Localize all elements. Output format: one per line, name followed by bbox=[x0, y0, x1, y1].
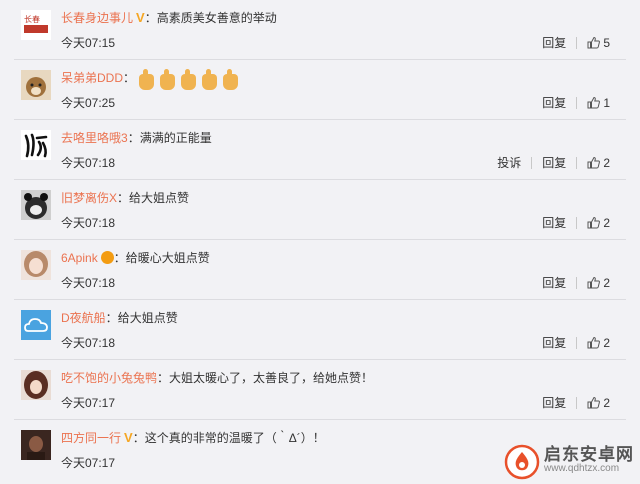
like-count: 2 bbox=[603, 395, 610, 410]
like-button[interactable]: 2 bbox=[587, 396, 610, 410]
comment-item: 长春 长春身边事儿 V：高素质美女善意的举动 今天07:15 回复 5 bbox=[0, 0, 640, 60]
emoji-badge-icon bbox=[100, 251, 114, 264]
like-button[interactable]: 2 bbox=[587, 216, 610, 230]
watermark-logo-icon bbox=[504, 444, 540, 480]
like-button[interactable]: 2 bbox=[587, 336, 610, 350]
avatar[interactable] bbox=[21, 370, 51, 400]
like-count: 2 bbox=[603, 275, 610, 290]
comment-time: 今天07:25 bbox=[61, 96, 116, 110]
watermark: 启东安卓网 www.qdhtzx.com bbox=[504, 444, 634, 480]
colon: ： bbox=[123, 71, 136, 85]
thumbs-emoji-icon bbox=[139, 68, 155, 90]
comment-time: 今天07:15 bbox=[61, 36, 116, 50]
reply-button[interactable]: 回复 bbox=[542, 334, 566, 351]
thumbs-up-icon bbox=[587, 96, 601, 109]
reply-button[interactable]: 回复 bbox=[542, 214, 566, 231]
username-link[interactable]: 吃不饱的小兔兔鸭 bbox=[61, 371, 157, 385]
avatar[interactable] bbox=[21, 250, 51, 280]
username-link[interactable]: D夜航船 bbox=[61, 311, 106, 325]
reply-button[interactable]: 回复 bbox=[542, 154, 566, 171]
avatar[interactable] bbox=[21, 190, 51, 220]
username-link[interactable]: 长春身边事儿 bbox=[61, 11, 133, 25]
username-link[interactable]: 去咯里咯哦3 bbox=[61, 131, 128, 145]
thumbs-up-icon bbox=[587, 36, 601, 49]
avatar[interactable] bbox=[21, 310, 51, 340]
reply-button[interactable]: 回复 bbox=[542, 274, 566, 291]
divider bbox=[576, 156, 578, 169]
thumbs-up-icon bbox=[587, 336, 601, 349]
divider bbox=[576, 36, 578, 49]
like-button[interactable]: 1 bbox=[587, 96, 610, 110]
thumbs-emoji-icon bbox=[202, 68, 218, 90]
colon: ： bbox=[157, 371, 170, 385]
divider bbox=[576, 276, 578, 289]
avatar-logo-text: 长春 bbox=[24, 14, 40, 24]
comment-item: 去咯里咯哦3：满满的正能量 今天07:18 投诉 回复 2 bbox=[0, 120, 640, 180]
thumbs-up-icon bbox=[587, 216, 601, 229]
username-link[interactable]: 四方同一行 bbox=[61, 431, 121, 445]
comment-text: 满满的正能量 bbox=[139, 131, 212, 145]
divider bbox=[576, 336, 578, 349]
comment-time: 今天07:18 bbox=[61, 156, 116, 170]
like-button[interactable]: 2 bbox=[587, 156, 610, 170]
reply-button[interactable]: 回复 bbox=[542, 34, 566, 51]
comment-text: 给大姐点赞 bbox=[117, 311, 178, 325]
comment-text: 给大姐点赞 bbox=[129, 191, 190, 205]
report-button[interactable]: 投诉 bbox=[497, 154, 521, 171]
comment-time: 今天07:17 bbox=[61, 396, 116, 410]
like-count: 5 bbox=[603, 35, 610, 50]
username-link[interactable]: 6Apink bbox=[61, 251, 98, 265]
like-count: 2 bbox=[603, 215, 610, 230]
comment-list: 长春 长春身边事儿 V：高素质美女善意的举动 今天07:15 回复 5 呆弟弟D… bbox=[0, 0, 640, 480]
comment-time: 今天07:18 bbox=[61, 336, 116, 350]
thumbs-emoji-icon bbox=[181, 68, 197, 90]
comment-item: 吃不饱的小兔兔鸭：大姐太暖心了，太善良了，给她点赞！ 今天07:17 回复 2 bbox=[0, 360, 640, 420]
comment-item: 旧梦离伤X：给大姐点赞 今天07:18 回复 2 bbox=[0, 180, 640, 240]
avatar[interactable] bbox=[21, 130, 51, 160]
like-count: 2 bbox=[603, 155, 610, 170]
username-link[interactable]: 旧梦离伤X bbox=[61, 191, 117, 205]
thumbs-up-icon bbox=[587, 396, 601, 409]
comment-time: 今天07:17 bbox=[61, 456, 116, 470]
reply-button[interactable]: 回复 bbox=[542, 94, 566, 111]
comment-time: 今天07:18 bbox=[61, 276, 116, 290]
colon: ： bbox=[117, 191, 130, 205]
comment-text: 大姐太暖心了，太善良了，给她点赞！ bbox=[169, 371, 374, 385]
colon: ： bbox=[105, 311, 118, 325]
thumbs-emoji-icon bbox=[223, 68, 239, 90]
avatar[interactable] bbox=[21, 430, 51, 460]
colon: ： bbox=[144, 11, 157, 25]
like-count: 2 bbox=[603, 335, 610, 350]
colon: ： bbox=[113, 251, 126, 265]
verified-badge-icon: V bbox=[136, 10, 145, 25]
thumbs-emoji-group bbox=[139, 68, 244, 90]
comment-item: 6Apink ：给暖心大姐点赞 今天07:18 回复 2 bbox=[0, 240, 640, 300]
divider bbox=[576, 216, 578, 229]
comment-text: 给暖心大姐点赞 bbox=[125, 251, 210, 265]
thumbs-up-icon bbox=[587, 156, 601, 169]
comment-item: 呆弟弟DDD： 今天07:25 回复 1 bbox=[0, 60, 640, 120]
comment-text: 高素质美女善意的举动 bbox=[156, 11, 277, 25]
avatar[interactable]: 长春 bbox=[21, 10, 51, 40]
username-link[interactable]: 呆弟弟DDD bbox=[61, 71, 123, 85]
reply-button[interactable]: 回复 bbox=[542, 394, 566, 411]
watermark-url: www.qdhtzx.com bbox=[544, 463, 620, 474]
divider bbox=[576, 396, 578, 409]
thumbs-emoji-icon bbox=[160, 68, 176, 90]
colon: ： bbox=[127, 131, 140, 145]
like-count: 1 bbox=[603, 95, 610, 110]
divider bbox=[576, 96, 578, 109]
comment-time: 今天07:18 bbox=[61, 216, 116, 230]
thumbs-up-icon bbox=[587, 276, 601, 289]
verified-badge-icon: V bbox=[124, 430, 133, 445]
divider bbox=[531, 156, 533, 169]
comment-item: D夜航船：给大姐点赞 今天07:18 回复 2 bbox=[0, 300, 640, 360]
watermark-title: 启东安卓网 bbox=[544, 445, 634, 464]
like-button[interactable]: 5 bbox=[587, 36, 610, 50]
comment-text: 这个真的非常的温暖了（｀Δ´）！ bbox=[144, 431, 325, 445]
avatar[interactable] bbox=[21, 70, 51, 100]
colon: ： bbox=[132, 431, 145, 445]
like-button[interactable]: 2 bbox=[587, 276, 610, 290]
